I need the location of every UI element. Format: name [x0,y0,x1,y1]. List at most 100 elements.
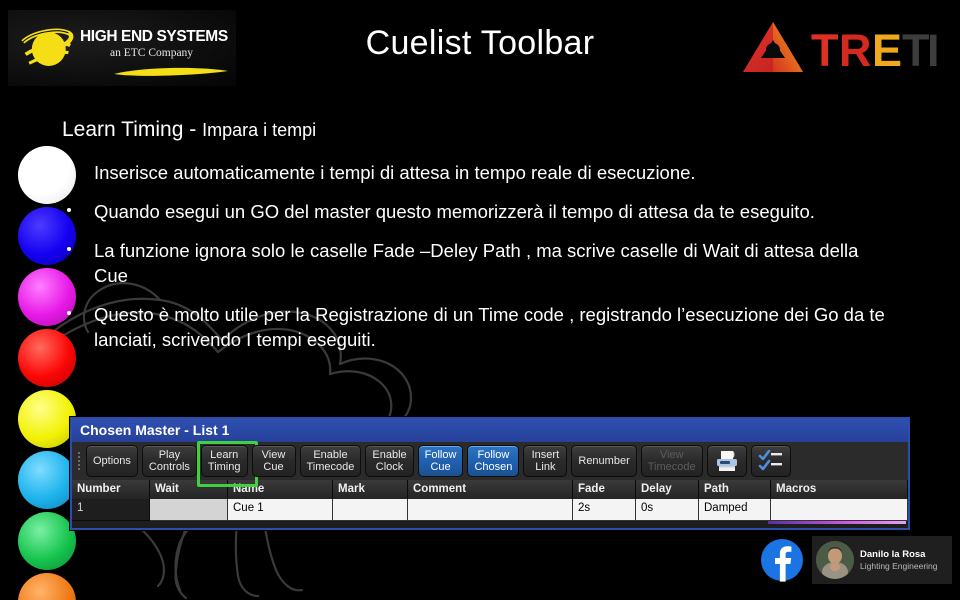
dot-cyan [18,451,76,509]
author-card: Danilo la Rosa Lighting Engineering [812,536,952,584]
follow-cue-button[interactable]: Follow Cue [417,445,464,477]
bullet-dot-icon [67,311,71,315]
enable-clock-line-1: Enable [372,449,407,461]
svg-text:T: T [902,25,930,76]
column-header-path[interactable]: Path [699,480,771,499]
column-header-wait[interactable]: Wait [150,480,228,499]
table-header-row: Number Wait Name Mark Comment Fade Delay… [72,480,908,499]
toolbar-button-wrap-follow-cue: Follow Cue [416,445,466,477]
section-heading: Learn Timing - Impara i tempi [62,118,316,142]
follow-chosen-line-1: Follow [477,449,510,461]
bullet-text: Quando esegui un GO del master questo me… [94,201,815,222]
toolbar-button-wrap-renumber: Renumber [569,445,638,477]
column-header-comment[interactable]: Comment [408,480,573,499]
dot-yellow [18,390,76,448]
bullet-dot-icon [67,247,71,251]
follow-chosen-line-2: Chosen [474,461,513,473]
facebook-icon[interactable] [760,538,804,582]
cell-mark[interactable] [333,499,408,521]
cell-delay[interactable]: 0s [636,499,699,521]
bullet-text: Questo è molto utile per la Registrazion… [94,304,885,350]
print-button[interactable] [706,445,747,477]
cuelist-panel: Chosen Master - List 1 Options Play Cont… [70,417,910,530]
insert-link-line-1: Insert [531,449,560,461]
toolbar-button-wrap-options: Options [84,445,140,477]
toolbar-button-wrap-enable-timecode: Enable Timecode [298,445,364,477]
cell-number[interactable]: 1 [72,499,150,521]
cell-name[interactable]: Cue 1 [228,499,333,521]
accent-strip [768,521,906,524]
view-cue-line-1: View [261,449,286,461]
column-header-fade[interactable]: Fade [573,480,636,499]
renumber-button[interactable]: Renumber [571,445,637,477]
cell-macros[interactable] [771,499,908,521]
avatar-photo-icon [816,541,854,579]
panel-title: Chosen Master - List 1 [72,419,908,442]
learn-timing-line-1: Learn [210,449,239,461]
options-button[interactable]: Options [86,445,138,477]
drag-grip-handle[interactable] [74,446,83,476]
follow-cue-line-1: Follow [424,449,457,461]
printer-icon [716,451,737,471]
toolbar-button-wrap-play-controls: Play Controls [140,445,199,477]
high-end-systems-logo: HIGH END SYSTEMS an ETC Company [8,10,236,86]
svg-text:R: R [839,25,872,76]
column-header-mark[interactable]: Mark [333,480,408,499]
treti-logo-svg: T R E T I [743,22,940,76]
cell-wait[interactable] [150,499,228,521]
follow-cue-line-2: Cue [430,461,451,473]
cell-path[interactable]: Damped [699,499,771,521]
cell-fade[interactable]: 2s [573,499,636,521]
table-row[interactable]: 1 Cue 1 2s 0s Damped [72,499,908,521]
play-controls-line-2: Controls [148,461,190,473]
swoosh-icon [114,67,228,76]
renumber-button-label: Renumber [578,454,630,467]
list-item: Inserisce automaticamente i tempi di att… [62,160,892,185]
enable-timecode-line-1: Enable [313,449,348,461]
column-header-number[interactable]: Number [72,480,150,499]
author-info: Danilo la Rosa Lighting Engineering [860,549,938,572]
play-controls-line-1: Play [158,449,181,461]
slide-root: HIGH END SYSTEMS an ETC Company Cuelist … [0,0,960,600]
insert-link-line-2: Link [535,461,556,473]
hes-logo-text: HIGH END SYSTEMS [80,28,228,45]
toolbar-button-wrap-view-cue: View Cue [250,445,298,477]
column-header-name[interactable]: Name [228,480,333,499]
bullet-list: Inserisce automaticamente i tempi di att… [62,160,892,366]
view-cue-button[interactable]: View Cue [251,445,296,477]
svg-text:I: I [927,25,940,76]
toolbar-button-wrap-checklist [749,445,793,477]
toolbar-button-wrap-print [705,445,749,477]
learn-timing-button[interactable]: Learn Timing [200,445,248,477]
planet-icon [21,28,74,66]
section-heading-main: Learn Timing [62,118,184,141]
checklist-icon [758,450,782,471]
author-name: Danilo la Rosa [860,548,926,560]
view-timecode-button[interactable]: View Timecode [640,445,703,477]
cuelist-toolbar: Options Play Controls Learn Timing View … [72,441,908,487]
color-dot [18,451,76,509]
toolbar-button-wrap-enable-clock: Enable Clock [363,445,415,477]
cuelist-table: Number Wait Name Mark Comment Fade Delay… [72,480,908,521]
list-item: Quando esegui un GO del master questo me… [62,199,892,224]
follow-chosen-button[interactable]: Follow Chosen [467,445,520,477]
bullet-text: La funzione ignora solo le caselle Fade … [94,240,859,286]
color-dot [18,390,76,448]
bullet-dot-icon [67,208,71,212]
play-controls-button[interactable]: Play Controls [141,445,197,477]
enable-clock-button[interactable]: Enable Clock [365,445,414,477]
insert-link-button[interactable]: Insert Link [523,445,568,477]
section-heading-sep: - [183,118,203,141]
color-dot [18,512,76,570]
column-header-delay[interactable]: Delay [636,480,699,499]
list-item: Questo è molto utile per la Registrazion… [62,302,892,352]
dot-orange [18,573,76,600]
column-header-macros[interactable]: Macros [771,480,908,499]
cell-comment[interactable] [408,499,573,521]
checklist-button[interactable] [750,445,791,477]
view-cue-line-2: Cue [263,461,284,473]
enable-timecode-button[interactable]: Enable Timecode [299,445,362,477]
bullet-text: Inserisce automaticamente i tempi di att… [94,162,696,183]
learn-timing-line-2: Timing [207,461,241,473]
dot-green [18,512,76,570]
